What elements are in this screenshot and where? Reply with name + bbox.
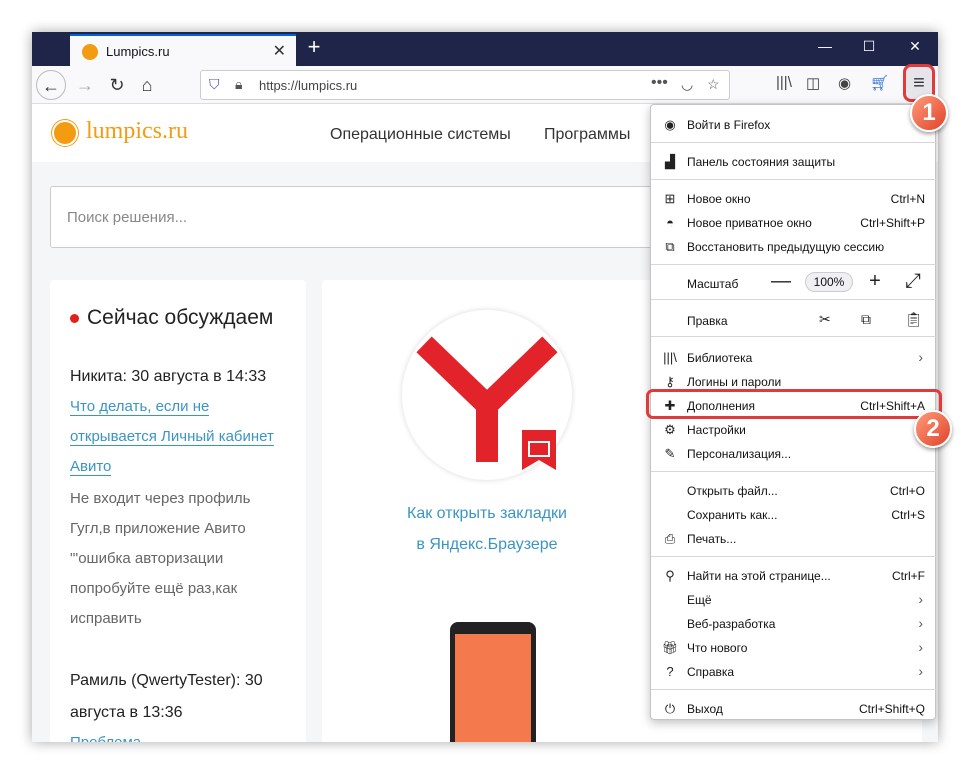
forward-button[interactable]: → — [70, 70, 100, 100]
mask-icon: ◓ — [666, 215, 674, 230]
library-icon[interactable]: |||\ — [776, 74, 792, 91]
comment-author: Никита: 30 августа в 14:33 — [70, 368, 267, 385]
menu-item-settings[interactable]: ⚙ Настройки — [651, 418, 937, 442]
back-button[interactable]: ← — [36, 70, 66, 100]
shield-icon[interactable]: ⛉ — [209, 76, 220, 93]
menu-item-more[interactable]: Ещё › — [651, 588, 937, 612]
comment-link[interactable]: Проблема... — [70, 728, 154, 742]
search-input[interactable]: Поиск решения... — [50, 186, 690, 248]
fullscreen-button[interactable]: ⤢ — [903, 270, 923, 293]
tab-bar: Lumpics.ru ✕ + — ☐ ✕ — [32, 32, 938, 66]
comment-text: Не входит через профиль — [70, 490, 251, 507]
phone-illustration-icon — [450, 622, 536, 742]
menu-item-open-file[interactable]: Открыть файл... Ctrl+O — [651, 479, 937, 503]
zoom-out-button[interactable]: — — [771, 270, 791, 293]
new-window-icon: ⊞ — [664, 191, 676, 206]
menu-item-signin[interactable]: ◉ Войти в Firefox — [651, 113, 937, 137]
cart-icon[interactable]: 🛒︎ — [870, 74, 889, 92]
sidebar-icon[interactable]: ◫ — [806, 74, 820, 92]
menu-item-help[interactable]: ? Справка › — [651, 660, 937, 684]
maximize-button[interactable]: ☐ — [854, 38, 884, 55]
pocket-icon[interactable]: ◡ — [681, 76, 693, 93]
menu-item-restore-session[interactable]: ⧉ Восстановить предыдущую сессию — [651, 235, 937, 259]
live-dot-icon — [70, 313, 79, 323]
library-icon: |||\ — [663, 350, 677, 365]
nav-link-os[interactable]: Операционные системы — [330, 126, 511, 144]
search-placeholder: Поиск решения... — [67, 209, 188, 226]
bookmark-star-icon[interactable]: ☆ — [707, 76, 720, 93]
comment-text: "'ошибка авторизации — [70, 550, 224, 567]
comment-text: Гугл,в приложение Авито — [70, 520, 246, 537]
menu-item-zoom: Масштаб — 100% + ⤢ — [687, 270, 923, 293]
article-link[interactable]: в Яндекс.Браузере — [362, 529, 612, 560]
search-icon: ⚲ — [665, 568, 675, 583]
menu-item-new-window[interactable]: ⊞ Новое окно Ctrl+N — [651, 187, 937, 211]
comment-link[interactable]: Авито — [70, 452, 112, 482]
chart-bars-icon: ▟ — [665, 154, 675, 169]
comment-text: попробуйте ещё раз,как — [70, 580, 238, 597]
copy-icon[interactable]: ⧉ — [861, 311, 871, 328]
menu-item-web-dev[interactable]: Веб-разработка › — [651, 612, 937, 636]
lock-icon[interactable]: 🔒︎ — [235, 76, 242, 93]
menu-item-exit[interactable]: ⏻ Выход Ctrl+Shift+Q — [651, 697, 937, 721]
comment-text: исправить — [70, 610, 142, 627]
chevron-right-icon: › — [918, 639, 923, 655]
menu-item-print[interactable]: ⎙ Печать... — [651, 527, 937, 551]
menu-item-customize[interactable]: ✎ Персонализация... — [651, 442, 937, 466]
discussion-title: Сейчас обсуждаем — [70, 306, 273, 330]
discussion-card: Сейчас обсуждаем Никита: 30 августа в 14… — [50, 280, 306, 742]
comment-author: августа в 13:36 — [70, 704, 183, 721]
paste-icon[interactable]: 📋︎ — [905, 311, 923, 328]
chevron-right-icon: › — [918, 349, 923, 365]
close-window-button[interactable]: ✕ — [900, 38, 930, 55]
brush-icon: ✎ — [664, 446, 676, 461]
menu-item-save-as[interactable]: Сохранить как... Ctrl+S — [651, 503, 937, 527]
chevron-right-icon: › — [918, 663, 923, 679]
navigation-toolbar: ← → ↻ ⌂ ⛉ 🔒︎ https://lumpics.ru ••• ◡ ☆ … — [32, 66, 938, 104]
reload-button[interactable]: ↻ — [102, 70, 132, 100]
page-actions-icon[interactable]: ••• — [651, 74, 668, 92]
url-bar[interactable]: ⛉ 🔒︎ https://lumpics.ru ••• ◡ ☆ — [200, 70, 730, 100]
addons-highlight-frame — [646, 389, 942, 419]
restore-icon: ⧉ — [665, 239, 675, 254]
step-badge-2: 2 — [914, 410, 952, 448]
power-icon: ⏻ — [664, 701, 676, 716]
cut-icon[interactable]: ✂ — [819, 311, 831, 328]
menu-item-whats-new[interactable]: 🎁︎ Что нового › — [651, 636, 937, 660]
comment-author: Рамиль (QwertyTester): 30 — [70, 672, 263, 689]
tab-title: Lumpics.ru — [106, 44, 170, 59]
account-icon: ◉ — [664, 117, 676, 132]
site-logo[interactable]: lumpics.ru — [86, 118, 188, 145]
gear-icon: ⚙ — [664, 422, 676, 437]
yandex-logo-icon[interactable] — [402, 310, 572, 480]
new-tab-button[interactable]: + — [302, 34, 326, 60]
nav-link-programs[interactable]: Программы — [544, 126, 630, 144]
comment-link[interactable]: открывается Личный кабинет — [70, 422, 274, 452]
zoom-level[interactable]: 100% — [805, 272, 853, 292]
menu-item-library[interactable]: |||\ Библиотека › — [651, 346, 937, 370]
chevron-right-icon: › — [918, 615, 923, 631]
chevron-right-icon: › — [918, 591, 923, 607]
printer-icon: ⎙ — [664, 531, 676, 546]
close-tab-icon[interactable]: ✕ — [273, 41, 286, 61]
favicon-icon — [82, 44, 98, 60]
account-icon[interactable]: ◉ — [838, 74, 851, 92]
menu-item-edit: Правка ✂ ⧉ 📋︎ — [687, 311, 923, 328]
step-badge-1: 1 — [910, 94, 948, 132]
minimize-button[interactable]: — — [810, 38, 840, 54]
home-button[interactable]: ⌂ — [132, 70, 162, 100]
menu-item-find[interactable]: ⚲ Найти на этой странице... Ctrl+F — [651, 564, 937, 588]
gift-icon: 🎁︎ — [661, 640, 679, 655]
comment-link[interactable]: Что делать, если не — [70, 392, 210, 422]
zoom-in-button[interactable]: + — [865, 270, 885, 293]
key-icon: ⚷ — [665, 374, 675, 389]
url-text[interactable]: https://lumpics.ru — [259, 78, 357, 93]
menu-item-private-window[interactable]: ◓ Новое приватное окно Ctrl+Shift+P — [651, 211, 937, 235]
menu-item-protection[interactable]: ▟ Панель состояния защиты — [651, 150, 937, 174]
article-link[interactable]: Как открыть закладки — [362, 498, 612, 529]
help-icon: ? — [666, 664, 674, 679]
orange-logo-icon — [52, 120, 78, 146]
tab-lumpics[interactable]: Lumpics.ru ✕ — [70, 34, 296, 66]
